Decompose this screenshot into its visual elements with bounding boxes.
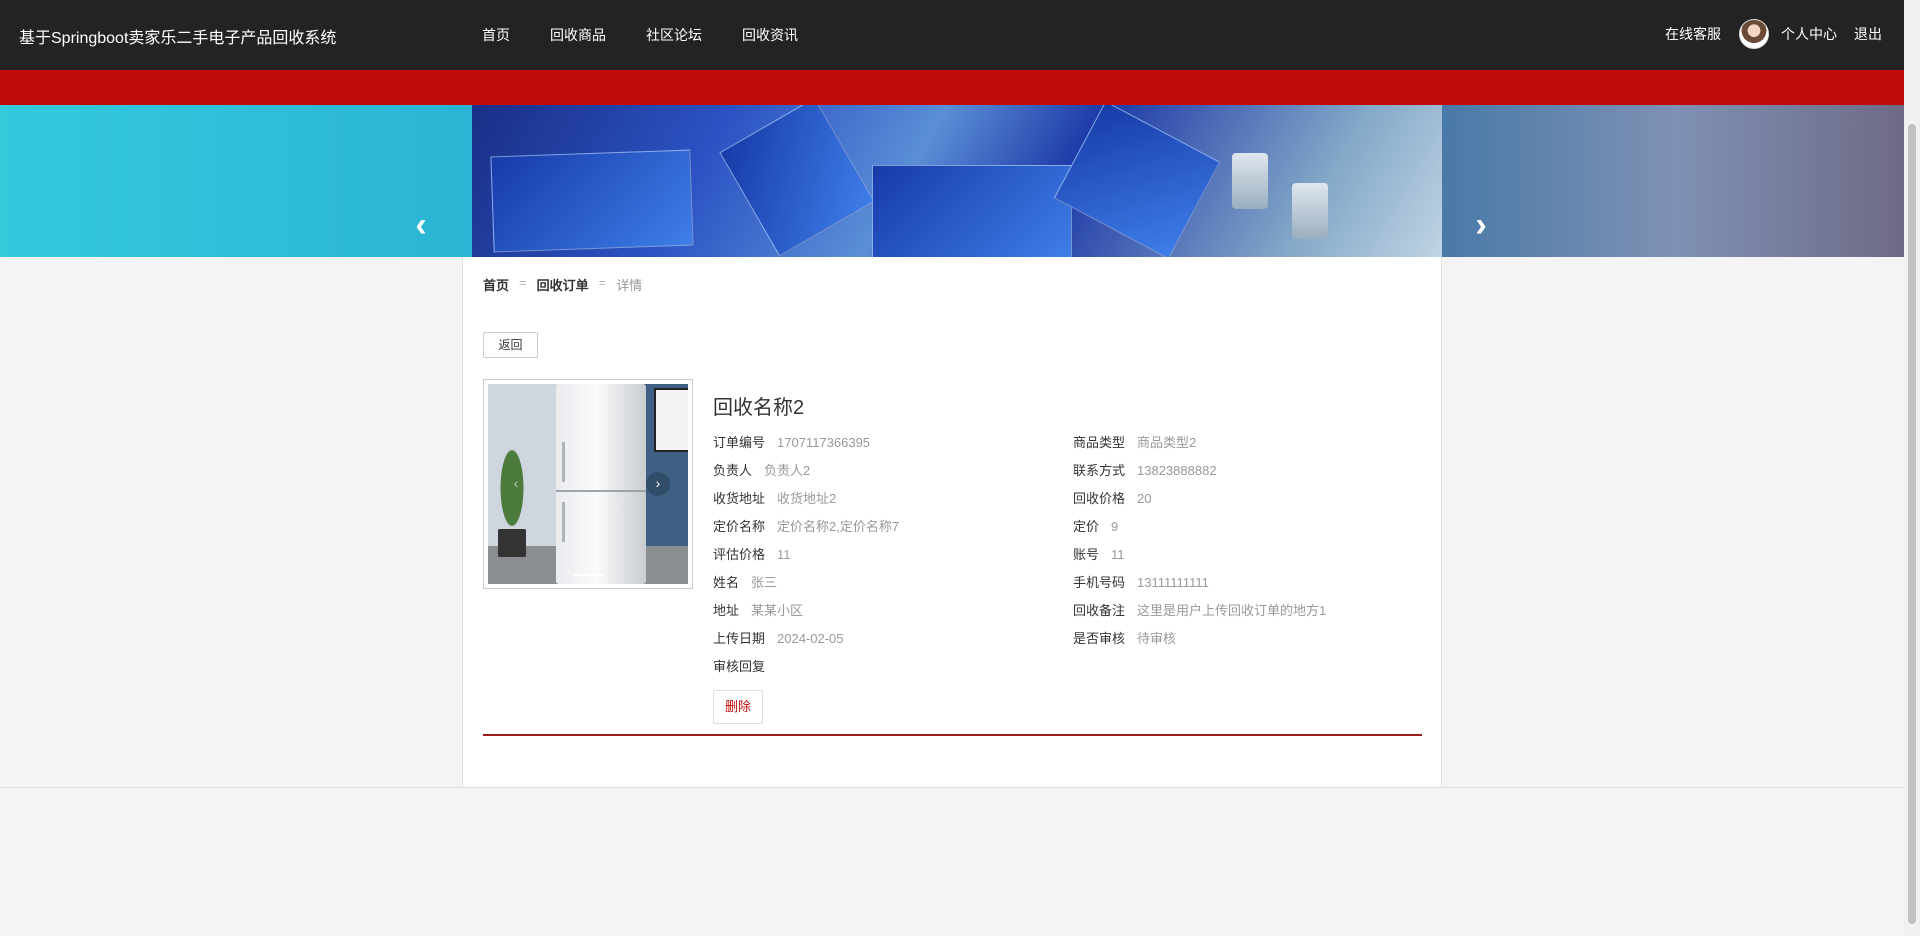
field-label: 定价	[1073, 519, 1100, 534]
fridge-handle	[562, 442, 565, 482]
nav-forum[interactable]: 社区论坛	[646, 25, 702, 45]
field-pricing: 定价 9	[1073, 516, 1118, 535]
field-value: 2024-02-05	[777, 631, 844, 646]
back-button[interactable]: 返回	[483, 332, 538, 358]
image-next-icon[interactable]: ›	[646, 472, 670, 496]
product-box-graphic	[490, 149, 694, 253]
field-contact: 联系方式 13823888882	[1073, 460, 1217, 479]
banner-prev-icon[interactable]: ‹	[406, 208, 436, 242]
scrollbar-thumb[interactable]	[1908, 124, 1916, 924]
footer	[0, 787, 1904, 936]
field-value: 11	[777, 547, 791, 562]
accent-bar	[0, 70, 1904, 105]
field-value: 定价名称2,定价名称7	[777, 519, 900, 534]
fridge-handle	[562, 502, 565, 542]
nav-recycle-products[interactable]: 回收商品	[550, 25, 606, 45]
scrollbar[interactable]	[1904, 0, 1920, 936]
field-audit-status: 是否审核 待审核	[1073, 628, 1176, 647]
field-label: 负责人	[713, 463, 753, 478]
product-box-graphic	[719, 105, 875, 257]
customer-service-link[interactable]: 在线客服	[1665, 24, 1721, 44]
field-value: 收货地址2	[777, 491, 837, 506]
breadcrumb-separator: =	[598, 275, 607, 290]
main-nav: 首页 回收商品 社区论坛 回收资讯	[482, 25, 798, 45]
avatar[interactable]	[1739, 19, 1769, 49]
field-value: 这里是用户上传回收订单的地方1	[1137, 603, 1327, 618]
field-label: 账号	[1073, 547, 1100, 562]
field-label: 评估价格	[713, 547, 766, 562]
field-upload-date: 上传日期 2024-02-05	[713, 628, 844, 647]
breadcrumb: 首页 = 回收订单 = 详情	[483, 275, 642, 294]
field-label: 回收价格	[1073, 491, 1126, 506]
field-value: 待审核	[1137, 631, 1177, 646]
image-indicator[interactable]	[574, 574, 604, 576]
field-label: 订单编号	[713, 435, 766, 450]
nav-news[interactable]: 回收资讯	[742, 25, 798, 45]
top-navbar: 基于Springboot卖家乐二手电子产品回收系统 首页 回收商品 社区论坛 回…	[0, 0, 1904, 70]
field-label: 商品类型	[1073, 435, 1126, 450]
field-name: 姓名 张三	[713, 572, 777, 591]
banner-carousel: ‹ ›	[0, 105, 1904, 257]
logout-link[interactable]: 退出	[1854, 24, 1882, 44]
field-value: 13823888882	[1137, 463, 1217, 478]
field-value: 9	[1111, 519, 1119, 534]
photo-fridge	[556, 384, 646, 584]
breadcrumb-current: 详情	[616, 278, 643, 293]
field-estimated-price: 评估价格 11	[713, 544, 791, 563]
product-box-graphic	[872, 165, 1072, 257]
field-recycle-price: 回收价格 20	[1073, 488, 1151, 507]
vial-graphic	[1292, 183, 1328, 239]
field-label: 手机号码	[1073, 575, 1126, 590]
field-owner: 负责人 负责人2	[713, 460, 810, 479]
field-order-no: 订单编号 1707117366395	[713, 432, 870, 451]
banner-image	[472, 105, 1442, 257]
field-address: 地址 某某小区	[713, 600, 803, 619]
photo-pot	[498, 529, 526, 557]
field-label: 定价名称	[713, 519, 766, 534]
field-product-type: 商品类型 商品类型2	[1073, 432, 1196, 451]
product-image-carousel: ‹ ›	[483, 379, 693, 589]
field-audit-reply: 审核回复	[713, 656, 777, 675]
field-label: 回收备注	[1073, 603, 1126, 618]
field-label: 地址	[713, 603, 740, 618]
user-menu: 在线客服 个人中心 退出	[1665, 19, 1882, 49]
field-account: 账号 11	[1073, 544, 1125, 563]
field-label: 上传日期	[713, 631, 766, 646]
image-prev-icon[interactable]: ‹	[504, 472, 528, 496]
vial-graphic	[1232, 153, 1268, 209]
fridge-door-line	[556, 490, 646, 492]
nav-home[interactable]: 首页	[482, 25, 510, 45]
breadcrumb-separator: =	[519, 275, 527, 290]
breadcrumb-orders[interactable]: 回收订单	[537, 275, 589, 294]
delete-button[interactable]: 删除	[713, 690, 763, 724]
field-label: 联系方式	[1073, 463, 1126, 478]
detail-panel: 首页 = 回收订单 = 详情 返回 ‹ › 回收名称2 订单编号 17071173…	[462, 257, 1442, 787]
product-title: 回收名称2	[713, 397, 805, 419]
field-pricing-name: 定价名称 定价名称2,定价名称7	[713, 516, 899, 535]
product-box-graphic	[1053, 105, 1221, 257]
field-value: 13111111111	[1137, 575, 1209, 590]
field-phone: 手机号码 13111111111	[1073, 572, 1209, 591]
field-value: 20	[1137, 491, 1152, 506]
field-value: 负责人2	[764, 463, 811, 478]
site-title[interactable]: 基于Springboot卖家乐二手电子产品回收系统	[19, 24, 336, 48]
field-label: 收货地址	[713, 491, 766, 506]
field-label: 审核回复	[713, 659, 766, 674]
field-value: 11	[1111, 547, 1125, 562]
field-value: 1707117366395	[777, 435, 871, 450]
field-shipping-address: 收货地址 收货地址2	[713, 488, 836, 507]
user-center-link[interactable]: 个人中心	[1781, 24, 1837, 44]
field-value: 商品类型2	[1137, 435, 1197, 450]
field-value: 张三	[751, 575, 778, 590]
product-photo: ‹ ›	[488, 384, 688, 584]
field-remark: 回收备注 这里是用户上传回收订单的地方1	[1073, 600, 1326, 619]
field-value: 某某小区	[751, 603, 804, 618]
breadcrumb-home[interactable]: 首页	[483, 275, 509, 294]
field-label: 姓名	[713, 575, 740, 590]
field-label: 是否审核	[1073, 631, 1126, 646]
banner-next-icon[interactable]: ›	[1466, 208, 1496, 242]
divider	[483, 734, 1422, 736]
photo-painting	[654, 388, 688, 452]
